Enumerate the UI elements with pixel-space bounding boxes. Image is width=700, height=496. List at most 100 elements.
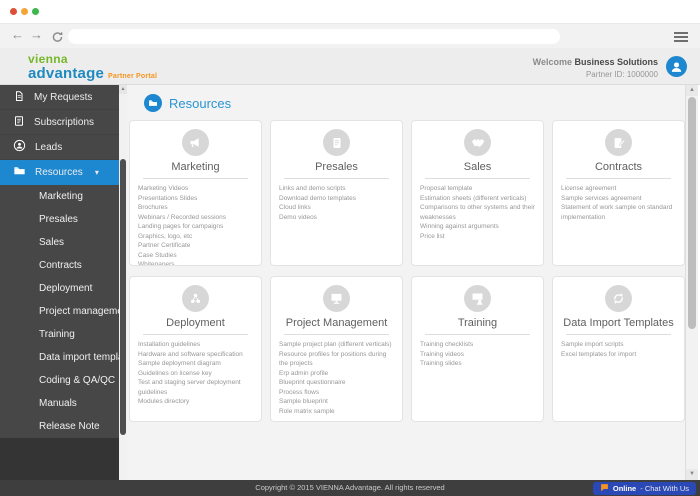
resource-link-sample-import-scripts[interactable]: Sample import scripts: [561, 340, 679, 350]
scroll-up-icon[interactable]: ▲: [119, 85, 127, 94]
resource-link-proposal-template[interactable]: Proposal template: [420, 184, 538, 194]
resource-link-brochures[interactable]: Brochures: [138, 203, 256, 213]
resource-link-hardware-and-software-specification[interactable]: Hardware and software specification: [138, 350, 256, 360]
url-input[interactable]: [68, 29, 560, 44]
sidebar-subitem-presales[interactable]: Presales: [0, 208, 119, 231]
resource-link-download-demo-templates[interactable]: Download demo templates: [279, 194, 397, 204]
content-scrollbar-thumb[interactable]: [688, 97, 696, 329]
resource-link-whitepapers[interactable]: Whitepapers: [138, 260, 256, 265]
resource-link-marketing-videos[interactable]: Marketing Videos: [138, 184, 256, 194]
refresh-icon[interactable]: [51, 30, 64, 43]
resource-link-role-matrix-sample[interactable]: Role matrix sample: [279, 407, 397, 417]
resource-link-sample-project-plan-different-verticals[interactable]: Sample project plan (different verticals…: [279, 340, 397, 350]
logo-advantage: advantage Partner Portal: [28, 65, 158, 82]
back-button[interactable]: ←: [11, 27, 24, 42]
sidebar-item-my-requests[interactable]: My Requests: [0, 85, 119, 110]
sidebar-item-resources[interactable]: Resources ▾: [0, 160, 119, 185]
page-heading: Resources: [127, 85, 685, 112]
card-list: Sample project plan (different verticals…: [271, 338, 402, 416]
nodes-icon: [182, 285, 209, 312]
resource-link-resource-profiles-for-positions-during-the-projects[interactable]: Resource profiles for positions during t…: [279, 350, 397, 369]
resource-link-installation-guidelines[interactable]: Installation guidelines: [138, 340, 256, 350]
vienna-advantage-logo[interactable]: vienna advantage Partner Portal: [28, 53, 157, 81]
resource-link-modules-directory[interactable]: Modules directory: [138, 397, 256, 407]
sidebar-scrollbar[interactable]: ▲: [119, 85, 127, 480]
sidebar-subitem-training[interactable]: Training: [0, 323, 119, 346]
menu-icon[interactable]: [674, 32, 688, 44]
resource-link-price-list[interactable]: Price list: [420, 232, 538, 242]
sidebar-subitem-marketing[interactable]: Marketing: [0, 185, 119, 208]
sidebar-item-subscriptions[interactable]: Subscriptions: [0, 110, 119, 135]
card-title: Presales: [315, 161, 358, 173]
resource-link-training-checklists[interactable]: Training checklists: [420, 340, 538, 350]
card-title: Deployment: [166, 317, 225, 329]
partner-id: Partner ID: 1000000: [585, 70, 658, 79]
sidebar-subitem-contracts[interactable]: Contracts: [0, 254, 119, 277]
chevron-down-icon: ▾: [94, 167, 99, 177]
resource-link-partner-certificate[interactable]: Partner Certificate: [138, 241, 256, 251]
resource-link-test-and-staging-server-deployment-guidelines[interactable]: Test and staging server deployment guide…: [138, 378, 256, 397]
document-icon: [323, 129, 350, 156]
sidebar-subitem-sales[interactable]: Sales: [0, 231, 119, 254]
welcome-text: Welcome Business Solutions: [532, 57, 658, 67]
resource-card-sales: Sales Proposal template Estimation sheets …: [411, 120, 544, 266]
sidebar-nav: My Requests Subscriptions Leads Resource…: [0, 85, 119, 480]
resource-link-training-slides[interactable]: Training slides: [420, 359, 538, 369]
resource-link-webinars-recorded-sessions[interactable]: Webinars / Recorded sessions: [138, 213, 256, 223]
resource-link-landing-pages-for-campaigns[interactable]: Landing pages for campaigns: [138, 222, 256, 232]
resource-link-cloud-links[interactable]: Cloud links: [279, 203, 397, 213]
resource-link-winning-against-arguments[interactable]: Winning against arguments: [420, 222, 538, 232]
card-list: Sample import scripts Excel templates for…: [553, 338, 684, 359]
sidebar-subitem-release-note[interactable]: Release Note: [0, 415, 119, 438]
user-avatar[interactable]: [666, 56, 687, 77]
resource-link-sample-services-agreement[interactable]: Sample services agreement: [561, 194, 679, 204]
resource-link-comparisons-to-other-systems-and-their-weaknesses[interactable]: Comparisons to other systems and their w…: [420, 203, 538, 222]
scroll-down-icon[interactable]: ▼: [686, 469, 698, 480]
card-divider: [284, 178, 389, 179]
sidebar-subitem-coding-qa-qc[interactable]: Coding & QA/QC: [0, 369, 119, 392]
resource-link-erp-admin-profile[interactable]: Erp admin profile: [279, 369, 397, 379]
resource-card-data-import-templates: Data Import Templates Sample import scrip…: [552, 276, 685, 422]
sidebar-subitem-project-management[interactable]: Project management: [0, 300, 119, 323]
resource-link-statement-of-work-sample-on-standard-implementation[interactable]: Statement of work sample on standard imp…: [561, 203, 679, 222]
resource-link-excel-templates-for-import[interactable]: Excel templates for import: [561, 350, 679, 360]
card-divider: [143, 334, 248, 335]
card-list: Training checklists Training videos Traini…: [412, 338, 543, 369]
resource-link-license-agreement[interactable]: License agreement: [561, 184, 679, 194]
sidebar-subitem-deployment[interactable]: Deployment: [0, 277, 119, 300]
resource-link-blueprint-questionnaire[interactable]: Blueprint questionnaire: [279, 378, 397, 388]
resource-card-contracts: Contracts License agreement Sample service…: [552, 120, 685, 266]
chat-widget[interactable]: Online - Chat With Us: [592, 481, 696, 495]
sidebar-scrollbar-thumb[interactable]: [120, 159, 126, 435]
content-scrollbar[interactable]: ▲ ▼: [685, 85, 698, 480]
close-window-icon[interactable]: [10, 8, 17, 15]
sidebar-subitem-data-import-templates[interactable]: Data import templates: [0, 346, 119, 369]
sync-icon: [605, 285, 632, 312]
resource-link-graphics-logo-etc[interactable]: Graphics, logo, etc: [138, 232, 256, 242]
minimize-window-icon[interactable]: [21, 8, 28, 15]
resource-card-project-management: Project Management Sample project plan (d…: [270, 276, 403, 422]
sidebar-subitem-manuals[interactable]: Manuals: [0, 392, 119, 415]
zoom-window-icon[interactable]: [32, 8, 39, 15]
resource-card-training: Training Training checklists Training vide…: [411, 276, 544, 422]
card-divider: [566, 178, 671, 179]
page-title: Resources: [169, 95, 232, 111]
resource-link-training-videos[interactable]: Training videos: [420, 350, 538, 360]
resource-link-demo-videos[interactable]: Demo videos: [279, 213, 397, 223]
forward-button[interactable]: →: [30, 27, 43, 42]
resource-link-links-and-demo-scripts[interactable]: Links and demo scripts: [279, 184, 397, 194]
cards-grid: Marketing Marketing Videos Presentations S…: [129, 120, 685, 422]
resource-link-case-studies[interactable]: Case Studies: [138, 251, 256, 261]
resource-link-process-flows[interactable]: Process flows: [279, 388, 397, 398]
resource-link-guidelines-on-license-key[interactable]: Guidelines on license key: [138, 369, 256, 379]
scroll-up-icon[interactable]: ▲: [686, 85, 698, 96]
resource-link-sample-blueprint[interactable]: Sample blueprint: [279, 397, 397, 407]
resource-link-presentations-slides[interactable]: Presentations Slides: [138, 194, 256, 204]
portal-header: vienna advantage Partner Portal Welcome B…: [0, 48, 700, 85]
resource-link-estimation-sheets-different-verticals[interactable]: Estimation sheets (different verticals): [420, 194, 538, 204]
card-list: Proposal template Estimation sheets (diff…: [412, 182, 543, 241]
resource-link-sample-deployment-diagram[interactable]: Sample deployment diagram: [138, 359, 256, 369]
sidebar-subitems: Marketing Presales Sales Contracts Deploymen…: [0, 185, 119, 438]
sidebar-item-leads[interactable]: Leads: [0, 135, 119, 160]
sidebar-filler: [0, 438, 119, 480]
